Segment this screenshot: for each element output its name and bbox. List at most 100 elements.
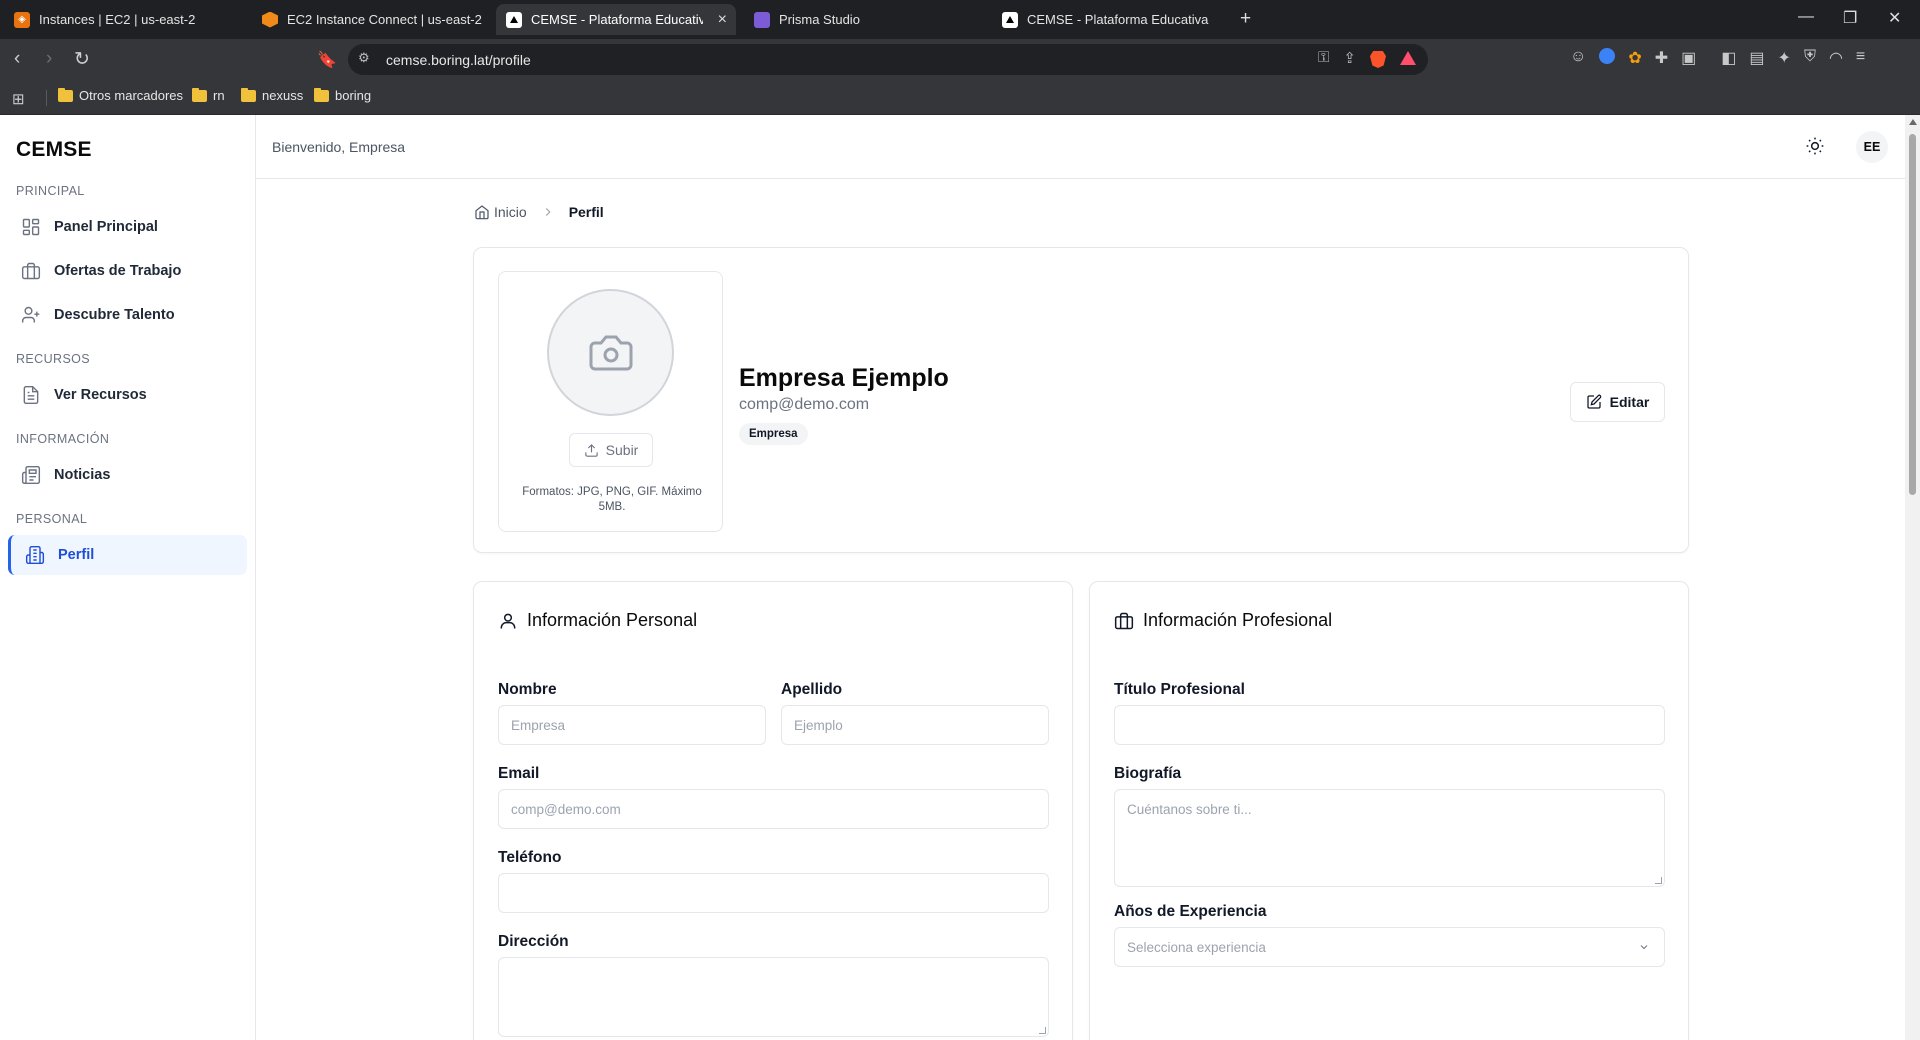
sidebar-item-ofertas[interactable]: Ofertas de Trabajo [8, 251, 247, 291]
professional-info-card: Información Profesional Título Profesion… [1089, 581, 1689, 1040]
browser-tab-active[interactable]: CEMSE - Plataforma Educativa y × [496, 4, 736, 35]
url-text[interactable]: cemse.boring.lat/profile [386, 52, 531, 68]
browser-tab[interactable]: CEMSE - Plataforma Educativa y de E [992, 4, 1222, 35]
photo-upload-box: Subir Formatos: JPG, PNG, GIF. Máximo 5M… [498, 271, 723, 532]
section-label: PERSONAL [16, 512, 88, 526]
bookmark-folder[interactable]: rn [192, 87, 225, 103]
resize-handle[interactable] [1039, 1027, 1046, 1034]
new-tab-button[interactable]: + [1240, 8, 1251, 30]
sidebar-item-label: Noticias [54, 467, 111, 483]
minimize-icon[interactable]: — [1798, 8, 1814, 26]
key-icon[interactable]: ⚿ [1318, 49, 1329, 68]
phone-field[interactable] [498, 873, 1049, 913]
profile-icon[interactable]: ◠ [1829, 48, 1843, 68]
upload-button[interactable]: Subir [569, 433, 653, 467]
last-name-field[interactable]: Ejemplo [781, 705, 1049, 745]
menu-icon[interactable]: ≡ [1856, 48, 1865, 68]
bookmark-label: nexuss [262, 88, 304, 103]
browser-tab[interactable]: ◈ Instances | EC2 | us-east-2 [4, 4, 250, 35]
resize-handle[interactable] [1655, 877, 1662, 884]
first-name-label: Nombre [498, 681, 557, 698]
page-scrollbar[interactable] [1905, 115, 1920, 1040]
address-bar[interactable]: ⚙ cemse.boring.lat/profile ⚿ ⇪ [348, 44, 1428, 75]
role-badge: Empresa [739, 423, 808, 445]
profile-name: Empresa Ejemplo [739, 364, 949, 392]
extension-icon[interactable] [1599, 48, 1616, 64]
close-icon[interactable]: × [718, 11, 727, 29]
chevron-right-icon [545, 208, 551, 216]
edit-button[interactable]: Editar [1570, 382, 1665, 422]
brave-rewards-icon[interactable] [1400, 51, 1416, 65]
scroll-thumb[interactable] [1909, 134, 1916, 495]
profile-email: comp@demo.com [739, 396, 870, 413]
last-name-label: Apellido [781, 681, 843, 698]
home-icon[interactable] [474, 204, 490, 220]
browser-toolbar: ‹ › ↻ 🔖 ⚙ cemse.boring.lat/profile ⚿ ⇪ ☺… [0, 39, 1920, 81]
browser-tab[interactable]: EC2 Instance Connect | us-east-2 [252, 4, 494, 35]
sidebar-toggle-icon[interactable]: ◧ [1721, 48, 1736, 68]
address-label: Dirección [498, 933, 569, 950]
extension-icon[interactable]: ✿ [1628, 48, 1641, 68]
close-window-icon[interactable]: ✕ [1888, 8, 1901, 28]
site-settings-icon[interactable]: ⚙ [358, 50, 370, 66]
tab-title: CEMSE - Plataforma Educativa y [531, 12, 703, 27]
aws-hex-icon [262, 11, 278, 28]
vpn-icon[interactable]: ⛨ [1804, 48, 1816, 68]
sidebar-item-label: Perfil [58, 547, 95, 563]
prisma-icon [754, 11, 770, 28]
upload-icon [584, 443, 598, 457]
job-title-field[interactable] [1114, 705, 1665, 745]
avatar[interactable]: EE [1856, 131, 1888, 163]
first-name-field[interactable]: Empresa [498, 705, 766, 745]
wallet-icon[interactable]: ▤ [1749, 48, 1764, 68]
section-label: RECURSOS [16, 352, 91, 366]
forward-icon[interactable]: › [46, 48, 52, 70]
extension-icon[interactable]: ☺ [1570, 48, 1586, 68]
sidebar-item-perfil[interactable]: Perfil [8, 535, 247, 575]
restore-icon[interactable]: ❐ [1843, 8, 1857, 28]
sidebar-item-talento[interactable]: Descubre Talento [8, 295, 247, 335]
bookmark-icon[interactable]: 🔖 [317, 50, 337, 70]
browser-tab[interactable]: Prisma Studio [744, 4, 990, 35]
experience-label: Años de Experiencia [1114, 903, 1267, 920]
document-icon [23, 385, 39, 405]
card-title-text: Información Personal [527, 610, 698, 630]
breadcrumb-home[interactable]: Inicio [494, 204, 527, 220]
back-icon[interactable]: ‹ [14, 48, 20, 70]
share-icon[interactable]: ⇪ [1343, 49, 1356, 68]
user-icon [500, 613, 516, 628]
sidebar-item-recursos[interactable]: Ver Recursos [8, 375, 247, 415]
experience-placeholder: Selecciona experiencia [1127, 939, 1266, 955]
scroll-up-icon[interactable] [1909, 119, 1917, 125]
folder-icon [192, 87, 207, 102]
email-field[interactable]: comp@demo.com [498, 789, 1049, 829]
puzzle-icon[interactable]: ✚ [1655, 48, 1668, 68]
sidebar-item-noticias[interactable]: Noticias [8, 455, 247, 495]
address-field[interactable] [498, 957, 1049, 1037]
bookmark-folder[interactable]: Otros marcadores [58, 87, 183, 103]
avatar-placeholder[interactable] [547, 289, 674, 416]
tab-title: CEMSE - Plataforma Educativa y de E [1027, 12, 1212, 27]
email-label: Email [498, 765, 540, 782]
brand-logo[interactable]: CEMSE [16, 138, 92, 162]
tab-title: EC2 Instance Connect | us-east-2 [287, 12, 482, 27]
sun-icon[interactable] [1805, 136, 1825, 156]
bookmark-folder[interactable]: boring [314, 87, 371, 103]
card-title: Información Personal [498, 610, 697, 631]
leo-icon[interactable]: ✦ [1778, 48, 1791, 68]
camera-icon [589, 335, 632, 370]
apps-grid-icon[interactable]: ⊞ [12, 90, 25, 108]
brave-shield-icon[interactable] [1370, 51, 1386, 68]
experience-select[interactable]: Selecciona experiencia [1114, 927, 1665, 967]
sidebar-item-panel-principal[interactable]: Panel Principal [8, 207, 247, 247]
screenshot-icon[interactable]: ▣ [1681, 48, 1696, 68]
bookmark-folder[interactable]: nexuss [241, 87, 304, 103]
edit-icon [1587, 394, 1601, 409]
tab-title: Instances | EC2 | us-east-2 [39, 12, 196, 27]
profile-summary-card: Subir Formatos: JPG, PNG, GIF. Máximo 5M… [473, 247, 1689, 553]
bio-field[interactable]: Cuéntanos sobre ti... [1114, 789, 1665, 887]
reload-icon[interactable]: ↻ [74, 48, 90, 71]
sidebar-item-label: Ofertas de Trabajo [54, 263, 182, 279]
folder-icon [241, 87, 256, 102]
newspaper-icon [21, 465, 41, 485]
